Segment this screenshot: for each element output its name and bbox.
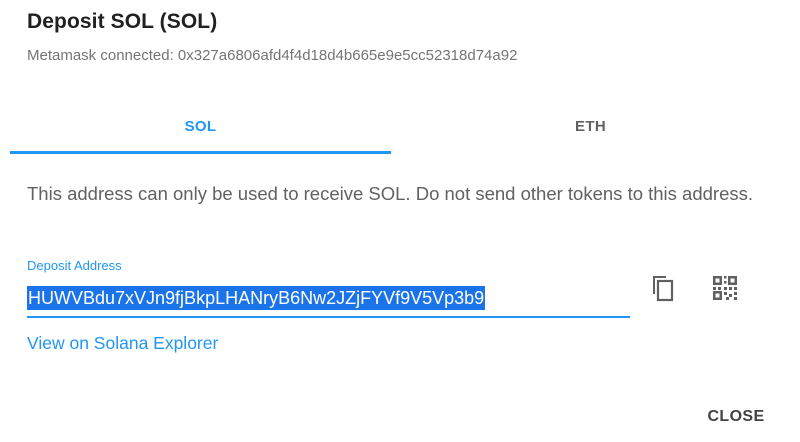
- tab-eth-label: ETH: [575, 117, 606, 135]
- qr-code-icon: [713, 276, 737, 300]
- copy-icon: [653, 276, 674, 302]
- show-qr-button[interactable]: [707, 270, 743, 306]
- field-underline: [27, 316, 630, 318]
- metamask-status: Metamask connected: 0x327a6806afd4f4d18d…: [27, 47, 518, 64]
- close-button[interactable]: CLOSE: [700, 401, 772, 433]
- deposit-address-label: Deposit Address: [27, 258, 122, 273]
- deposit-address-value[interactable]: HUWVBdu7xVJn9fjBkpLHANryB6Nw2JZjFYVf9V5V…: [27, 286, 486, 310]
- tab-sol-label: SOL: [184, 117, 217, 135]
- active-tab-indicator: [10, 151, 391, 154]
- tab-eth[interactable]: ETH: [400, 100, 781, 152]
- solana-explorer-link[interactable]: View on Solana Explorer: [27, 333, 218, 354]
- dialog-title: Deposit SOL (SOL): [27, 10, 218, 33]
- close-button-label: CLOSE: [707, 408, 765, 425]
- deposit-address-field[interactable]: HUWVBdu7xVJn9fjBkpLHANryB6Nw2JZjFYVf9V5V…: [27, 281, 630, 319]
- copy-address-button[interactable]: [644, 270, 680, 306]
- tab-sol[interactable]: SOL: [10, 100, 391, 152]
- deposit-dialog: Deposit SOL (SOL) Metamask connected: 0x…: [0, 0, 800, 442]
- network-tabs: SOL ETH: [10, 100, 780, 156]
- receive-only-warning: This address can only be used to receive…: [27, 183, 754, 204]
